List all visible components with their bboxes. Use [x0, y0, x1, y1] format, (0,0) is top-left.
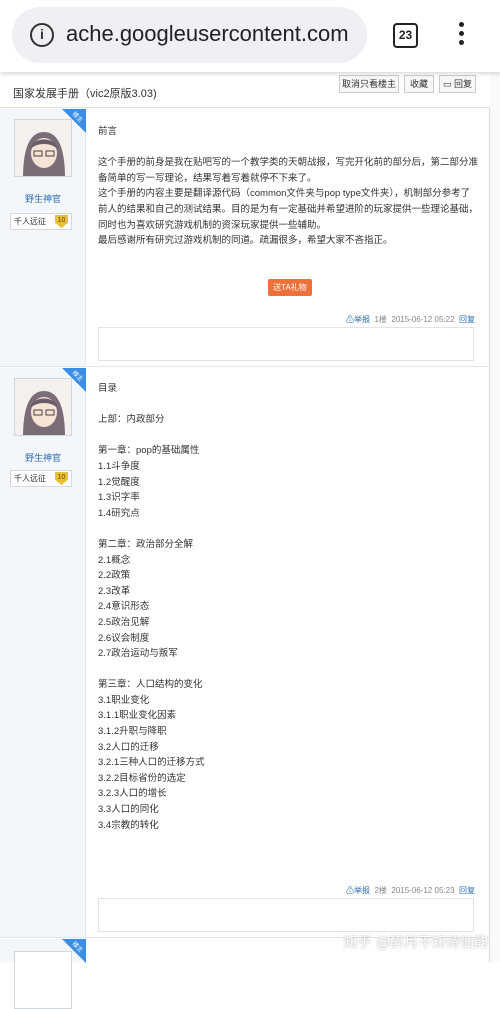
post-line: 1.3识字率 [98, 492, 140, 504]
send-gift-button[interactable]: 送TA礼物 [268, 279, 312, 296]
reply-icon: ▭ [442, 79, 452, 89]
rank-label: 千人远征 [14, 217, 46, 226]
warning-icon: ⚠ [346, 886, 355, 895]
post-time: 2015-06-12 05:23 [391, 886, 455, 895]
post-line: 2.2政策 [98, 570, 131, 582]
post-line: 1.1斗争度 [98, 460, 140, 472]
report-link[interactable]: 举报 [354, 315, 370, 324]
url-text[interactable]: ache.googleusercontent.com [66, 21, 349, 47]
post-line: 2.1概念 [98, 554, 131, 566]
post-line: 3.2.3人口的增长 [98, 788, 167, 800]
avatar[interactable] [14, 378, 72, 436]
post-line: 3.1.2升职与降职 [98, 726, 167, 738]
only-op-button[interactable]: 取消只看楼主 [339, 75, 399, 93]
author-sidebar: 楼主 [0, 939, 86, 1009]
favorite-button[interactable]: 收藏 [404, 75, 434, 93]
thread-header: 国家发展手册（vic2原版3.03) 取消只看楼主 收藏 ▭ 回复 [0, 72, 490, 108]
right-column-edge [490, 72, 500, 962]
post-line: 上部：内政部分 [98, 414, 165, 426]
warning-icon: ⚠ [346, 315, 355, 324]
tab-switcher-button[interactable]: 23 [393, 23, 418, 48]
post-line: 这个手册的前身是我在贴吧写的一个教学类的天朝战报，写完开化前的部分后，第二部分准 [98, 157, 479, 169]
author-sidebar: 野生神官 千人远征 10 楼主 [0, 368, 86, 937]
author-sidebar: 野生神官 千人远征 10 楼主 [0, 109, 86, 366]
browser-toolbar: i ache.googleusercontent.com 23 [0, 0, 500, 72]
post-line: 第一章：pop的基础属性 [98, 445, 200, 457]
floor-number: 2楼 [374, 886, 387, 895]
post-line [98, 140, 478, 156]
post-line: 第二章：政治部分全解 [98, 538, 194, 550]
reply-link[interactable]: 回复 [459, 886, 475, 895]
post-line: 1.4研究点 [98, 507, 140, 519]
post-line: 3.3人口的同化 [98, 804, 159, 816]
post-line: 3.2.1三种人口的迁移方式 [98, 757, 205, 769]
post-line: 这个手册的内容主要是翻译源代码（common文件夹与pop type文件夹），机… [98, 188, 471, 200]
forum-page: 国家发展手册（vic2原版3.03) 取消只看楼主 收藏 ▭ 回复 野生神官 千… [0, 72, 490, 1009]
op-ribbon-label: 楼主 [70, 941, 84, 954]
post-line: 1.2觉醒度 [98, 476, 140, 488]
post-line: 3.2.2目标省份的选定 [98, 772, 186, 784]
op-ribbon-label: 楼主 [70, 370, 84, 383]
post-line: 3.2人口的迁移 [98, 741, 159, 753]
post-body: 目录 上部：内政部分 第一章：pop的基础属性 1.1斗争度 1.2觉醒度 1.3识字… [98, 381, 205, 833]
rank-badge: 千人远征 10 [10, 213, 72, 230]
level-badge: 10 [55, 472, 68, 485]
post-line: 第三章：人口结构的变化 [98, 679, 203, 691]
info-icon[interactable]: i [30, 23, 54, 47]
post-line: 前言 [98, 126, 118, 137]
thread-title: 国家发展手册（vic2原版3.03) [13, 88, 157, 100]
rank-badge: 千人远征 10 [10, 470, 72, 487]
avatar[interactable] [14, 119, 72, 177]
reply-box[interactable] [98, 327, 474, 361]
post-line [98, 521, 205, 537]
post-line [98, 397, 205, 413]
post-line: 同时也为喜欢研究游戏机制的资深玩家提供一些辅助。 [98, 219, 327, 231]
post-line: 2.7政治运动与叛军 [98, 648, 178, 660]
post-meta: ⚠举报 1楼 2015-06-12 05:22 回复 [346, 314, 475, 325]
username[interactable]: 野生神官 [0, 451, 86, 464]
post-1: 野生神官 千人远征 10 楼主 前言 这个手册的前身是我在贴吧写的一个教学类的天朝… [0, 109, 490, 367]
post-2: 野生神官 千人远征 10 楼主 目录 上部：内政部分 第一章：pop的基础属性 1.… [0, 368, 490, 938]
level-badge: 10 [55, 215, 68, 228]
post-body: 前言 这个手册的前身是我在贴吧写的一个教学类的天朝战报，写完开化前的部分后，第二… [98, 124, 478, 249]
post-line: 2.6议会制度 [98, 632, 150, 644]
post-line [98, 662, 205, 678]
post-meta: ⚠举报 2楼 2015-06-12 05:23 回复 [346, 885, 475, 896]
rank-label: 千人远征 [14, 474, 46, 483]
op-ribbon-label: 楼主 [70, 111, 84, 124]
more-menu-icon[interactable] [456, 22, 466, 48]
watermark: 知乎 @醉月不知诗仙韵 [343, 935, 488, 951]
post-line: 2.3改革 [98, 585, 131, 597]
post-line: 3.4宗教的转化 [98, 819, 159, 831]
floor-number: 1楼 [374, 315, 387, 324]
post-line: 目录 [98, 383, 118, 394]
post-time: 2015-06-12 05:22 [391, 315, 455, 324]
post-line: 备简单的写一写理论，结果写着写着就停不下来了。 [98, 172, 317, 184]
username[interactable]: 野生神官 [0, 192, 86, 205]
reply-button-label: 回复 [454, 79, 473, 89]
avatar[interactable] [14, 951, 72, 1009]
post-line [98, 428, 205, 444]
reply-link[interactable]: 回复 [459, 315, 475, 324]
reply-button[interactable]: ▭ 回复 [439, 75, 476, 93]
post-line: 2.5政治见解 [98, 616, 150, 628]
post-line: 前人的结果和自己的测试结果。目的是为有一定基础并希望进阶的玩家提供一些理论基础， [98, 203, 479, 215]
post-line: 3.1.1职业变化因素 [98, 710, 177, 722]
post-line: 2.4意识形态 [98, 601, 150, 613]
reply-box[interactable] [98, 898, 474, 932]
post-line: 最后感谢所有研究过游戏机制的同道。疏漏很多，希望大家不吝指正。 [98, 235, 393, 247]
post-line: 3.1职业变化 [98, 694, 150, 706]
report-link[interactable]: 举报 [354, 886, 370, 895]
